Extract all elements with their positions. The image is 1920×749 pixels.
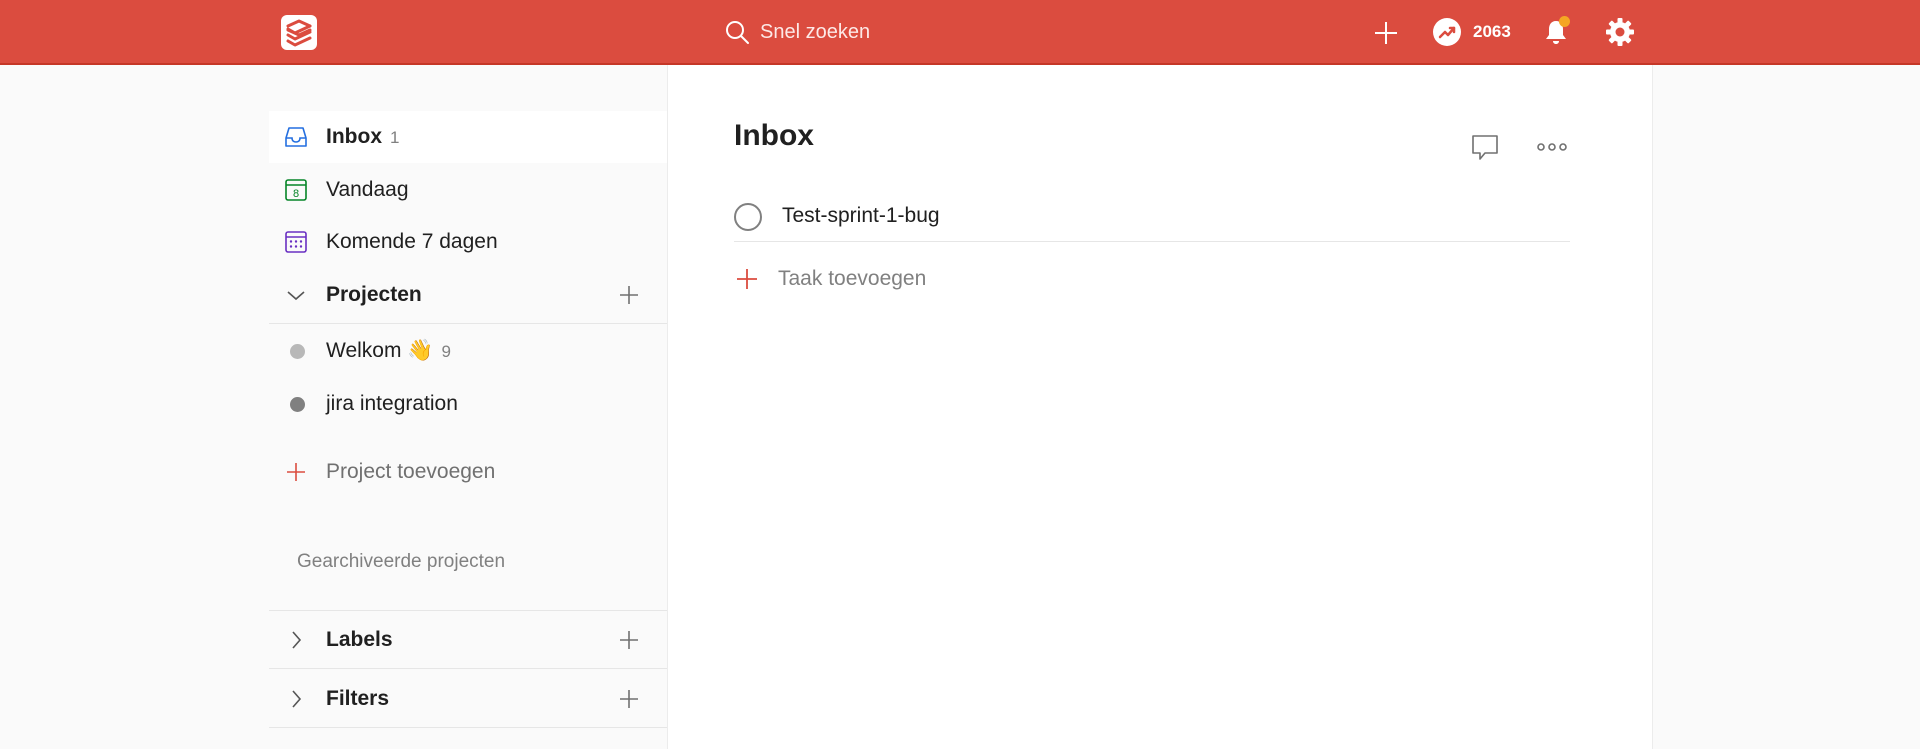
karma-button[interactable]: 2063 bbox=[1433, 17, 1511, 47]
plus-icon bbox=[1375, 22, 1397, 44]
labels-header[interactable]: Labels bbox=[269, 614, 667, 666]
chevron-right-icon[interactable] bbox=[283, 627, 309, 653]
divider bbox=[269, 323, 667, 324]
page-title: Inbox bbox=[734, 119, 814, 152]
task-item: Test-sprint-1-bug bbox=[734, 191, 1570, 242]
top-bar: 2063 bbox=[0, 0, 1920, 65]
sidebar-project-jira-integration[interactable]: jira integration bbox=[269, 378, 667, 430]
svg-text:8: 8 bbox=[293, 188, 299, 200]
task-checkbox[interactable] bbox=[734, 203, 762, 231]
task-content[interactable]: Test-sprint-1-bug bbox=[782, 204, 940, 228]
quick-add-button[interactable] bbox=[1372, 19, 1400, 47]
more-horizontal-icon bbox=[1537, 143, 1567, 151]
sidebar-item-inbox[interactable]: Inbox 1 bbox=[269, 111, 667, 163]
karma-count: 2063 bbox=[1473, 22, 1511, 41]
projects-header[interactable]: Projecten bbox=[269, 269, 667, 321]
archived-projects-link[interactable]: Gearchiveerde projecten bbox=[297, 551, 505, 573]
project-color-dot bbox=[290, 396, 305, 412]
plus-icon bbox=[287, 463, 305, 481]
karma-trend-icon bbox=[1433, 18, 1461, 46]
add-project-plus-icon[interactable] bbox=[618, 284, 640, 306]
more-actions-button[interactable] bbox=[1536, 135, 1568, 159]
calendar-today-icon: 8 bbox=[285, 179, 307, 201]
sidebar-item-today[interactable]: 8 Vandaag bbox=[269, 164, 667, 216]
filters-header[interactable]: Filters bbox=[269, 673, 667, 725]
chevron-right-icon[interactable] bbox=[283, 686, 309, 712]
add-task-button[interactable]: Taak toevoegen bbox=[734, 261, 926, 297]
inbox-icon bbox=[285, 127, 307, 147]
sidebar-item-label: Komende 7 dagen bbox=[326, 230, 498, 253]
add-filter-plus-icon[interactable] bbox=[618, 688, 640, 710]
sidebar-item-upcoming[interactable]: Komende 7 dagen bbox=[269, 216, 667, 268]
filters-header-label: Filters bbox=[326, 687, 390, 710]
sidebar-item-label: Vandaag bbox=[326, 178, 409, 201]
divider bbox=[269, 727, 667, 728]
divider bbox=[269, 668, 667, 669]
gear-icon bbox=[1606, 18, 1634, 46]
search-bar[interactable] bbox=[724, 14, 1224, 50]
comments-button[interactable] bbox=[1469, 131, 1501, 163]
sidebar: Inbox 1 8 Vandaag Komende 7 dagen Project… bbox=[269, 65, 667, 749]
projects-header-label: Projecten bbox=[326, 283, 422, 306]
add-project-label: Project toevoegen bbox=[326, 460, 496, 483]
comment-icon bbox=[1472, 135, 1498, 160]
settings-button[interactable] bbox=[1604, 16, 1636, 48]
labels-header-label: Labels bbox=[326, 628, 393, 651]
project-name: jira integration bbox=[326, 392, 458, 415]
add-label-plus-icon[interactable] bbox=[618, 629, 640, 651]
search-icon bbox=[726, 21, 749, 44]
inbox-count: 1 bbox=[390, 128, 400, 147]
calendar-week-icon bbox=[285, 231, 307, 253]
project-color-dot bbox=[290, 343, 305, 359]
sidebar-project-welkom[interactable]: Welkom 👋 9 bbox=[269, 325, 667, 377]
chevron-down-icon[interactable] bbox=[283, 282, 309, 308]
plus-icon bbox=[737, 269, 757, 289]
add-project-button[interactable]: Project toevoegen bbox=[269, 446, 667, 498]
add-task-label: Taak toevoegen bbox=[778, 267, 927, 290]
project-name: Welkom 👋 9 bbox=[326, 339, 451, 362]
notification-badge bbox=[1559, 16, 1570, 27]
main-content: Inbox Test-sprint-1-bug Taak toevoegen bbox=[667, 65, 1653, 749]
sidebar-item-label: Inbox 1 bbox=[326, 125, 400, 148]
search-input[interactable] bbox=[760, 20, 1160, 44]
project-count: 9 bbox=[441, 342, 451, 361]
divider bbox=[269, 610, 667, 611]
todoist-logo-icon[interactable] bbox=[281, 15, 317, 50]
